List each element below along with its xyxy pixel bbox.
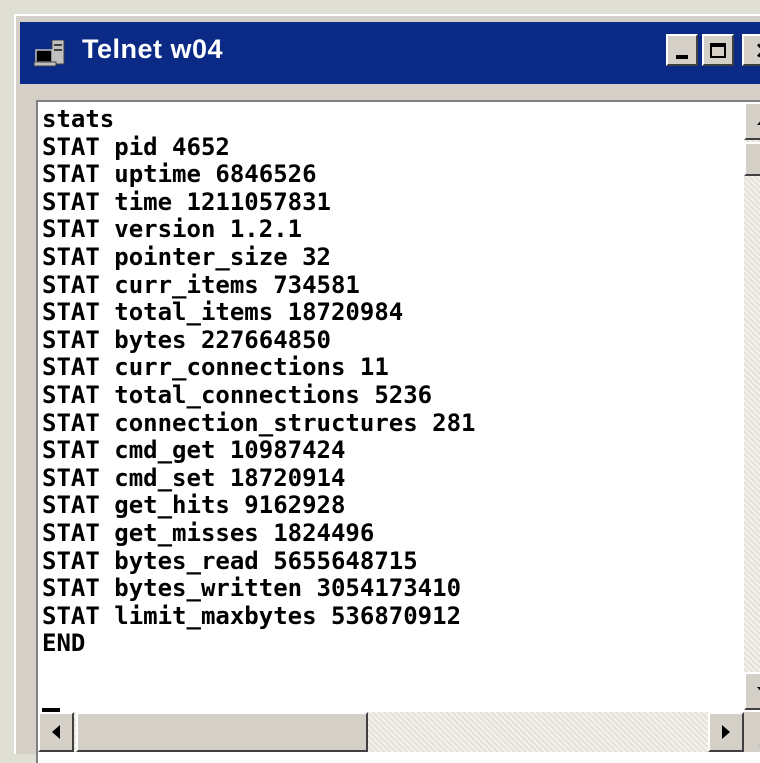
resize-grip-icon (759, 744, 760, 746)
telnet-window: Telnet w04 × statsSTAT pid 4652STAT upti… (14, 14, 760, 763)
vertical-scrollbar[interactable] (744, 102, 760, 710)
scroll-up-button[interactable] (744, 102, 760, 140)
console-line: STAT time 1211057831 (42, 187, 331, 216)
console-line: END (42, 629, 86, 658)
resize-corner[interactable] (744, 712, 760, 752)
console-line: STAT cmd_get 10987424 (42, 436, 346, 465)
title-bar[interactable]: Telnet w04 × (20, 22, 760, 84)
scroll-left-button[interactable] (38, 712, 74, 752)
arrow-right-icon (722, 725, 730, 739)
close-button[interactable]: × (742, 34, 760, 66)
scroll-right-button[interactable] (708, 712, 744, 752)
vertical-scroll-thumb[interactable] (744, 142, 760, 176)
console-line: STAT total_connections 5236 (42, 380, 433, 409)
console-output: stats STAT pid 4652 STAT uptime 6846526 STA… (42, 105, 732, 658)
console-line: STAT get_hits 9162928 (42, 491, 346, 520)
console-line: STAT connection_structures 281 (42, 408, 476, 437)
console-line: STAT version 1.2.1 (42, 215, 303, 244)
console-line: STAT limit_maxbytes 536870912 (42, 601, 462, 630)
console-line: STAT pid 4652 (42, 132, 230, 161)
console-area[interactable]: stats STAT pid 4652 STAT uptime 6846526 STA… (36, 100, 760, 763)
console-line: STAT bytes 227664850 (42, 325, 331, 354)
scroll-down-button[interactable] (744, 672, 760, 710)
console-line: STAT pointer_size 32 (42, 242, 331, 271)
console-line: STAT bytes_written 3054173410 (42, 574, 462, 603)
console-line: STAT bytes_read 5655648715 (42, 546, 418, 575)
minimize-icon (676, 55, 688, 59)
console-line: STAT curr_items 734581 (42, 270, 360, 299)
console-line: stats (42, 105, 115, 133)
console-line: STAT total_items 18720984 (42, 298, 404, 327)
arrow-left-icon (52, 725, 60, 739)
telnet-computer-icon (34, 40, 65, 67)
console-line: STAT uptime 6846526 (42, 160, 317, 189)
console-line: STAT get_misses 1824496 (42, 518, 375, 547)
window-title: Telnet w04 (82, 34, 224, 64)
maximize-icon (710, 42, 726, 58)
close-icon: × (754, 38, 760, 62)
horizontal-scroll-thumb[interactable] (76, 712, 368, 752)
console-line: STAT cmd_set 18720914 (42, 463, 346, 492)
maximize-button[interactable] (702, 34, 734, 66)
console-line: STAT curr_connections 11 (42, 353, 389, 382)
minimize-button[interactable] (666, 34, 698, 66)
horizontal-scrollbar[interactable] (38, 712, 744, 752)
